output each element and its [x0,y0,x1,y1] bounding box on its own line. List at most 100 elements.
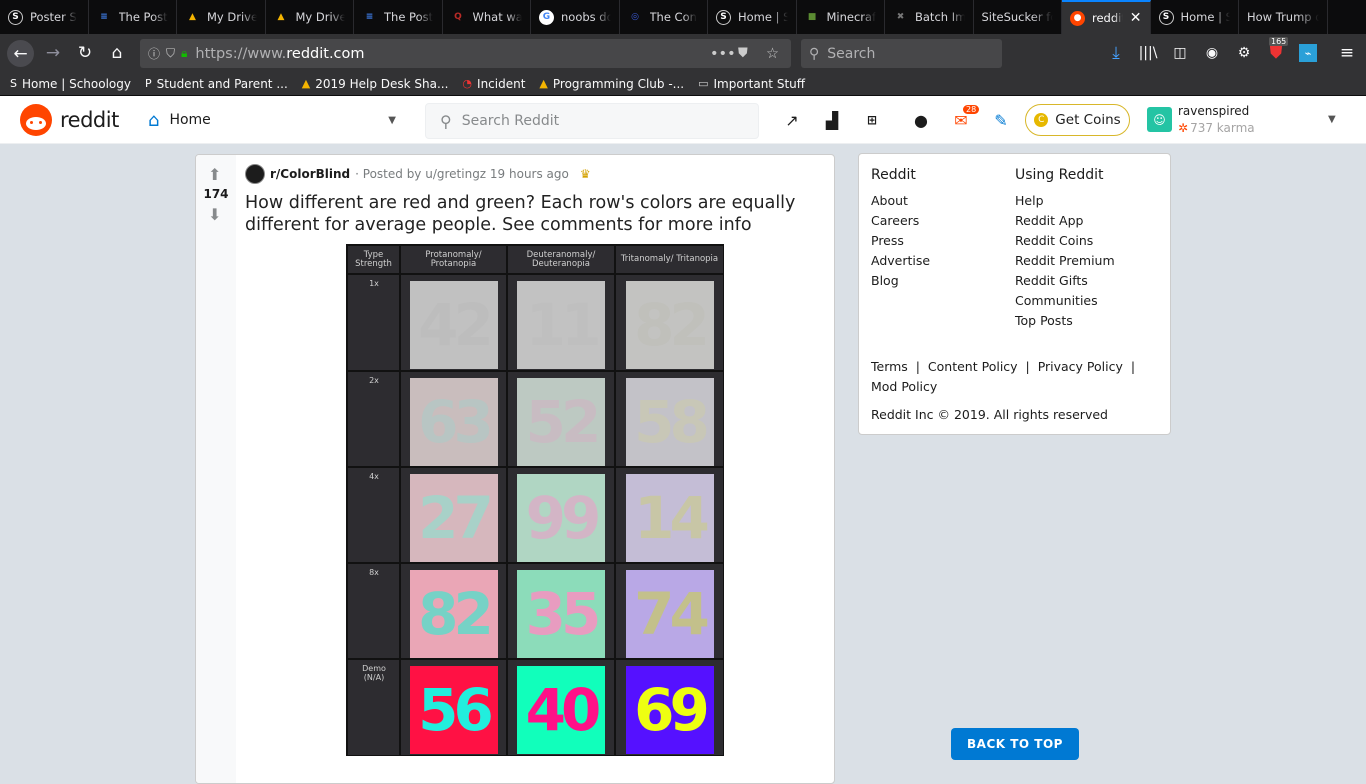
library-button[interactable]: |||\ [1135,40,1161,66]
footer-link[interactable]: Reddit Gifts [1015,273,1088,288]
tab-label: reddit [1092,11,1123,25]
footer-link[interactable]: Advertise [871,253,930,268]
content-policy-link[interactable]: Content Policy [928,359,1018,374]
reload-icon: ↻ [77,43,93,63]
image-row-label-cell: 8x [347,563,400,659]
subreddit-icon [245,164,265,184]
post-title[interactable]: How different are red and green? Each ro… [245,192,805,236]
close-tab-icon[interactable]: ✕ [1130,10,1142,26]
menu-button[interactable]: ≡ [1334,40,1360,66]
chevron-down-icon: ▼ [1328,114,1336,125]
browser-search-bar[interactable]: ⚲ Search [801,39,1002,68]
privacy-policy-link[interactable]: Privacy Policy [1038,359,1123,374]
feed-selector[interactable]: ⌂ Home ▼ [148,102,396,138]
back-button[interactable]: ← [7,40,34,67]
browser-tab[interactable]: ≡ The Post [354,0,443,34]
reload-button[interactable]: ↻ [72,40,98,66]
reddit-search-input[interactable]: ⚲ Search Reddit [425,103,759,139]
footer-link[interactable]: Communities [1015,293,1098,308]
popular-button[interactable]: ↗ [780,108,804,132]
footer-link[interactable]: Reddit App [1015,213,1083,228]
bookmark-item[interactable]: ▲ Programming Club -... [539,77,684,91]
browser-tab[interactable]: S Home | S [1151,0,1239,34]
info-icon[interactable]: ⓘ [148,45,160,62]
browser-tab[interactable]: ▲ My Drive [177,0,266,34]
footer-link[interactable]: Reddit Coins [1015,233,1093,248]
schoology-icon: S [8,9,23,25]
browser-tab[interactable]: ≡ The Post [89,0,177,34]
footer-link[interactable]: Blog [871,273,899,288]
downvote-button[interactable]: ⬇ [208,205,221,224]
image-header-cell: Tritanomaly/ Tritanopia [615,245,724,274]
all-button[interactable]: ⊞ [860,108,884,132]
sidebar-button[interactable]: ◫ [1167,40,1193,66]
subreddit-link[interactable]: r/ColorBlind [270,167,350,181]
browser-tab[interactable]: How Trump d [1239,0,1328,34]
downloads-button[interactable]: ⤓ [1103,40,1129,66]
page-actions-icon[interactable]: ••• [710,46,736,62]
color-test-square: 74 [625,570,714,658]
bookmark-item[interactable]: ▲ 2019 Help Desk Sha... [302,77,449,91]
extension-icon: ⚙ [1237,45,1251,61]
browser-tab[interactable]: SiteSucker fo [974,0,1062,34]
footer-link[interactable]: Press [871,233,904,248]
terms-link[interactable]: Terms [871,359,908,374]
create-post-button[interactable]: ✎ [989,108,1013,132]
browser-tab[interactable]: Gnoobs do [531,0,620,34]
home-button[interactable]: ⌂ [104,40,130,66]
mod-policy-link[interactable]: Mod Policy [871,379,937,394]
user-dropdown[interactable]: ☺ ravenspired ✲ 737 karma ▼ [1147,104,1347,138]
schoology-icon: S [716,9,731,25]
footer-link[interactable]: About [871,193,908,208]
bookmark-star-icon[interactable]: ☆ [766,46,779,62]
bookmark-label: Incident [477,76,526,91]
browser-tab[interactable]: Q What wa [443,0,531,34]
get-coins-label: Get Coins [1055,112,1121,128]
lock-icon: 🔒︎ [181,46,188,60]
browser-tab[interactable]: S Home | S [708,0,797,34]
browser-tab[interactable]: ✖ Batch Im [885,0,974,34]
reddit-header: reddit ⌂ Home ▼ ⚲ Search Reddit ↗ ▟ ⊞ ● … [0,96,1366,144]
image-cell: 11 [507,274,615,371]
shield-icon[interactable]: ⛉ [166,46,175,61]
extension-button[interactable]: ⚙ [1231,40,1257,66]
image-cell: 74 [615,563,724,659]
folder-icon: ▭ [698,77,709,90]
browser-tab[interactable]: S Poster S [0,0,89,34]
copyright: Reddit Inc © 2019. All rights reserved [871,407,1108,422]
footer-link[interactable]: Help [1015,193,1044,208]
reddit-logo-link[interactable]: reddit [20,104,119,136]
tab-label: The Post [384,10,434,24]
vote-column: ⬆ 174 ⬇ [196,155,236,783]
bookmark-item[interactable]: ▭ Important Stuff [698,77,805,91]
leaderboard-button[interactable]: ▟ [820,108,844,132]
browser-tab[interactable]: ■ Minecraf [797,0,885,34]
drive-icon: ▲ [189,12,196,22]
footer-link[interactable]: Reddit Premium [1015,253,1115,268]
ublock-button[interactable]: ⛊ 165 [1263,37,1289,66]
footer-link[interactable]: Top Posts [1015,313,1073,328]
back-to-top-button[interactable]: BACK TO TOP [951,728,1079,760]
bookmark-item[interactable]: ◔ Incident [462,77,525,91]
post-image[interactable]: Type Strength Protanomaly/ Protanopia Deut… [346,244,724,756]
get-coins-button[interactable]: C Get Coins [1025,104,1130,136]
account-button[interactable]: ◉ [1199,40,1225,66]
p-icon: P [145,77,152,90]
bookmark-item[interactable]: P Student and Parent ... [145,77,288,91]
chat-button[interactable]: ● [909,108,933,132]
upvote-button[interactable]: ⬆ [208,165,221,184]
extension2-button[interactable]: ⌁ [1299,44,1317,62]
chart-extension-icon: ⌁ [1304,46,1312,60]
browser-tab[interactable]: ● reddit ✕ [1062,0,1151,34]
browser-tab[interactable]: ▲ My Drive [266,0,354,34]
browser-tab[interactable]: ◎ The Con [620,0,708,34]
inbox-button[interactable]: ✉ 28 [949,104,981,132]
bookmark-label: Important Stuff [713,76,806,91]
footer-link[interactable]: Careers [871,213,919,228]
tab-label: How Trump d [1247,10,1319,24]
forward-arrow-icon: → [45,43,61,63]
url-bar[interactable]: ⓘ ⛉ 🔒︎ https://www. reddit.com ••• ⛊ ☆ [140,39,791,68]
pocket-icon[interactable]: ⛊ [738,46,748,61]
forward-button[interactable]: → [40,40,66,66]
bookmark-item[interactable]: S Home | Schoology [10,77,131,91]
